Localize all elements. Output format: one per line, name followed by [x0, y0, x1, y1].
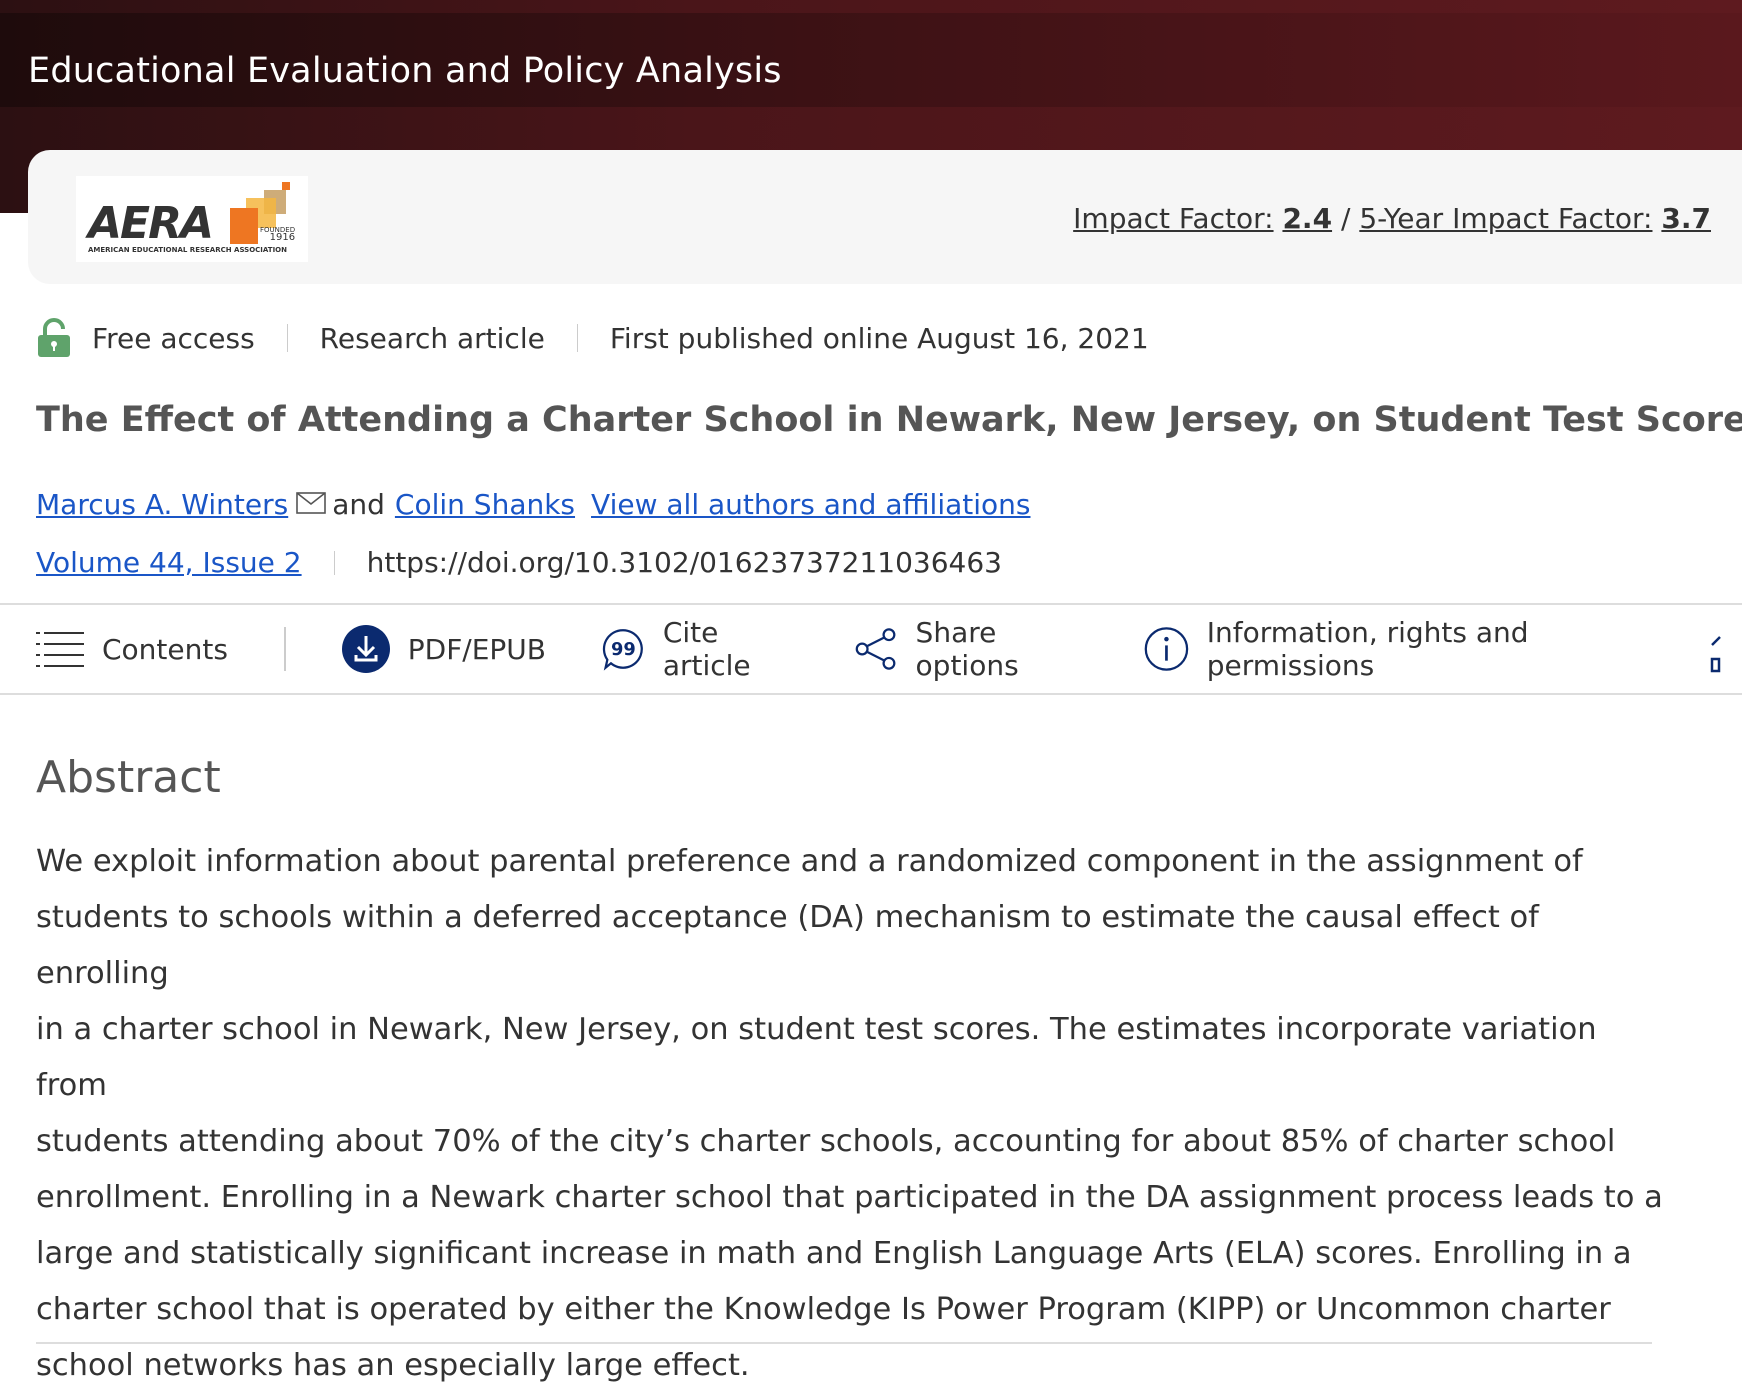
publication-date: First published online August 16, 2021 — [609, 321, 1149, 355]
logo-association: AMERICAN EDUCATIONAL RESEARCH ASSOCIATIO… — [88, 246, 287, 254]
information-rights-label: Information, rights and permissions — [1206, 616, 1529, 682]
meta-divider — [576, 324, 578, 352]
impact-factor-label: Impact Factor: — [1073, 202, 1274, 235]
cite-article-label: Cite article — [662, 616, 751, 682]
author-link-shanks[interactable]: Colin Shanks — [395, 488, 575, 521]
meta-divider — [333, 550, 335, 575]
abstract-line: charter school that is operated by eithe… — [36, 1292, 1611, 1327]
menu-icon — [36, 632, 84, 667]
contents-label: Contents — [102, 632, 228, 666]
abstract-body: We exploit information about parental pr… — [36, 834, 1666, 1394]
quote-icon: 99 — [602, 629, 643, 671]
share-icon — [855, 628, 896, 670]
abstract-line: school networks has an especially large … — [36, 1348, 750, 1383]
five-year-impact-label: 5-Year Impact Factor: — [1359, 202, 1653, 235]
doi[interactable]: https://doi.org/10.3102/0162373721103646… — [367, 546, 1002, 579]
five-year-impact-value: 3.7 — [1661, 202, 1711, 235]
abstract-line: students to schools within a deferred ac… — [36, 900, 1539, 991]
author-list: Marcus A. Winters and Colin Shanks View … — [36, 488, 1031, 521]
share-options-label: Share options — [915, 616, 1019, 682]
author-and: and — [332, 488, 385, 521]
abstract-line: We exploit information about parental pr… — [36, 844, 1583, 879]
toolbar-divider — [283, 627, 286, 671]
pdf-epub-button[interactable]: PDF/EPUB — [341, 625, 547, 673]
abstract-line: large and statistically significant incr… — [36, 1236, 1632, 1271]
impact-factor-value: 2.4 — [1282, 202, 1333, 235]
impact-separator: / — [1340, 202, 1351, 235]
meta-divider — [286, 324, 288, 352]
abstract-line: in a charter school in Newark, New Jerse… — [36, 1012, 1597, 1103]
logo-founded-year: 1916 — [269, 232, 296, 243]
abstract-heading: Abstract — [36, 752, 221, 803]
logo-square — [282, 182, 290, 190]
lock-icon — [38, 318, 70, 357]
article-toolbar: Contents PDF/EPUB 99 Cite article Share … — [0, 603, 1742, 695]
impact-factor[interactable]: Impact Factor: 2.4 / 5-Year Impact Facto… — [1073, 202, 1711, 235]
journal-title[interactable]: Educational Evaluation and Policy Analys… — [28, 51, 782, 91]
svg-text:99: 99 — [611, 639, 636, 660]
download-icon — [341, 625, 390, 673]
pdf-epub-label: PDF/EPUB — [407, 632, 547, 666]
article-type: Research article — [319, 321, 545, 355]
volume-issue-link[interactable]: Volume 44, Issue 2 — [36, 546, 302, 579]
free-access-label: Free access — [92, 321, 255, 355]
author-link-winters[interactable]: Marcus A. Winters — [36, 488, 288, 521]
logo-square — [230, 208, 258, 244]
overflow-icon — [1710, 636, 1721, 673]
contents-button[interactable]: Contents — [36, 629, 228, 669]
view-all-authors-link[interactable]: View all authors and affiliations — [591, 488, 1030, 521]
logo-founded: FOUNDED 1916 — [260, 226, 296, 243]
share-options-button[interactable]: Share options — [855, 616, 1088, 682]
article-meta: Free access Research article First publi… — [36, 316, 1149, 360]
logo-wordmark: AERA — [88, 198, 214, 249]
journal-title-bar: Educational Evaluation and Policy Analys… — [0, 13, 1742, 107]
article-title: The Effect of Attending a Charter School… — [36, 400, 1742, 440]
volume-doi-line: Volume 44, Issue 2 https://doi.org/10.31… — [36, 546, 1002, 579]
information-rights-button[interactable]: Information, rights and permissions — [1144, 616, 1654, 682]
aera-logo[interactable]: AERA FOUNDED 1916 AMERICAN EDUCATIONAL R… — [76, 176, 308, 262]
abstract-line: enrollment. Enrolling in a Newark charte… — [36, 1180, 1663, 1215]
info-icon — [1144, 627, 1189, 671]
mail-icon[interactable] — [296, 491, 327, 514]
cite-article-button[interactable]: 99 Cite article — [602, 616, 799, 682]
more-toolbar-button[interactable] — [1710, 625, 1742, 673]
abstract-line: students attending about 70% of the city… — [36, 1124, 1616, 1159]
